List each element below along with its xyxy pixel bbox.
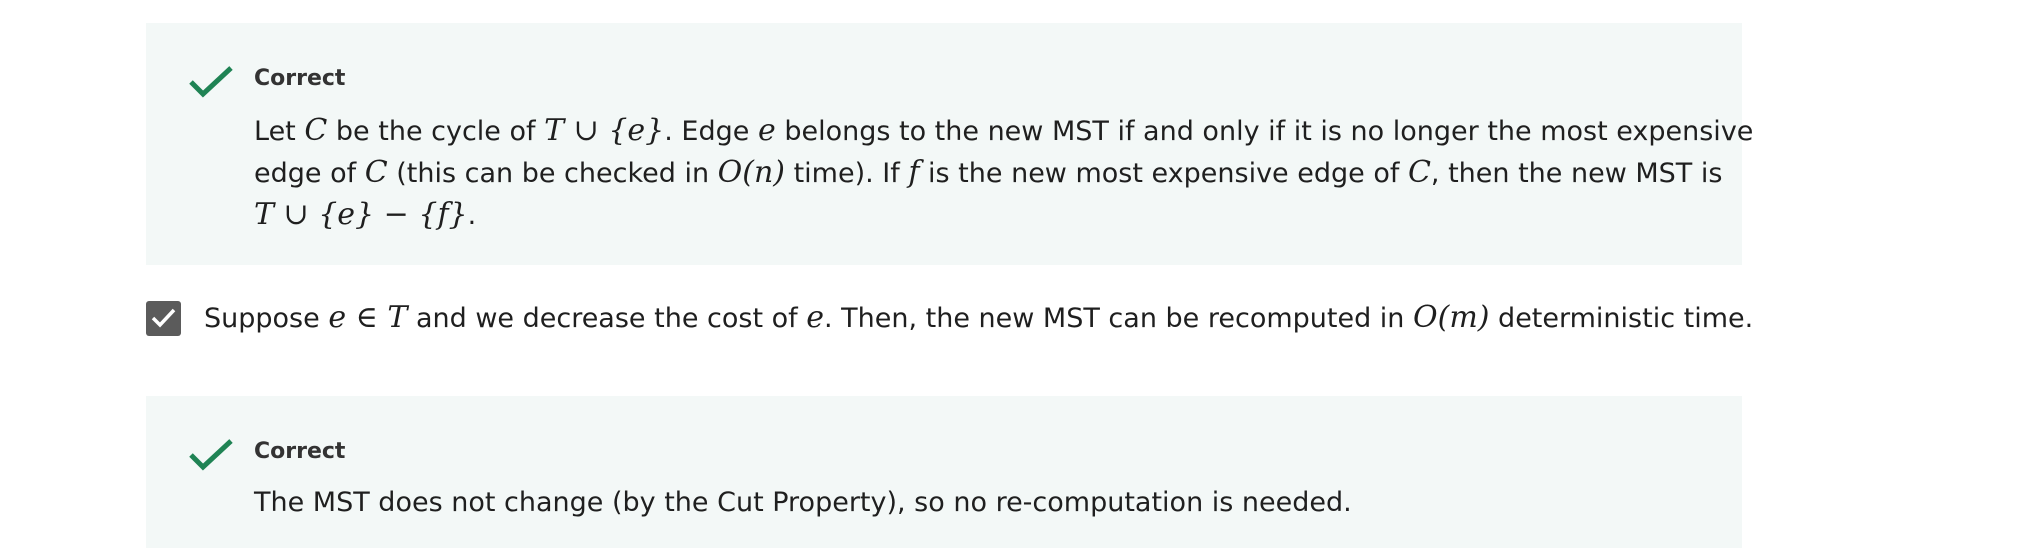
feedback-body: Let C be the cycle of T ∪ {e}. Edge e be… bbox=[254, 110, 1754, 236]
check-icon bbox=[188, 438, 234, 472]
checkmark-icon bbox=[151, 308, 176, 328]
feedback-title: Correct bbox=[254, 439, 346, 464]
math-expr: e ∈ T bbox=[328, 300, 408, 335]
math-e: e bbox=[806, 300, 824, 335]
math-f: f bbox=[908, 155, 920, 190]
math-expr: O(n) bbox=[717, 155, 785, 190]
math-expr: O(m) bbox=[1413, 300, 1490, 335]
feedback-panel-1: Correct Let C be the cycle of T ∪ {e}. E… bbox=[146, 23, 1754, 265]
math-C: C bbox=[1407, 155, 1431, 190]
feedback-body: The MST does not change (by the Cut Prop… bbox=[254, 487, 1352, 518]
feedback-line-3: T ∪ {e} − {f}. bbox=[254, 197, 477, 232]
feedback-line-2: edge of C (this can be checked in O(n) t… bbox=[254, 155, 1723, 190]
answer-option[interactable]: Suppose e ∈ T and we decrease the cost o… bbox=[146, 296, 1886, 340]
math-C: C bbox=[304, 113, 328, 148]
feedback-line-1: Let C be the cycle of T ∪ {e}. Edge e be… bbox=[254, 113, 1754, 148]
feedback-title: Correct bbox=[254, 66, 346, 91]
option-text: Suppose e ∈ T and we decrease the cost o… bbox=[204, 300, 1754, 335]
math-C: C bbox=[364, 155, 388, 190]
option-checkbox[interactable] bbox=[146, 301, 181, 336]
math-expr: T ∪ {e} bbox=[544, 113, 665, 148]
check-icon bbox=[188, 65, 234, 99]
math-expr: T ∪ {e} − {f} bbox=[254, 197, 468, 232]
math-e: e bbox=[757, 113, 776, 148]
feedback-panel-2: Correct The MST does not change (by the … bbox=[146, 396, 1742, 548]
